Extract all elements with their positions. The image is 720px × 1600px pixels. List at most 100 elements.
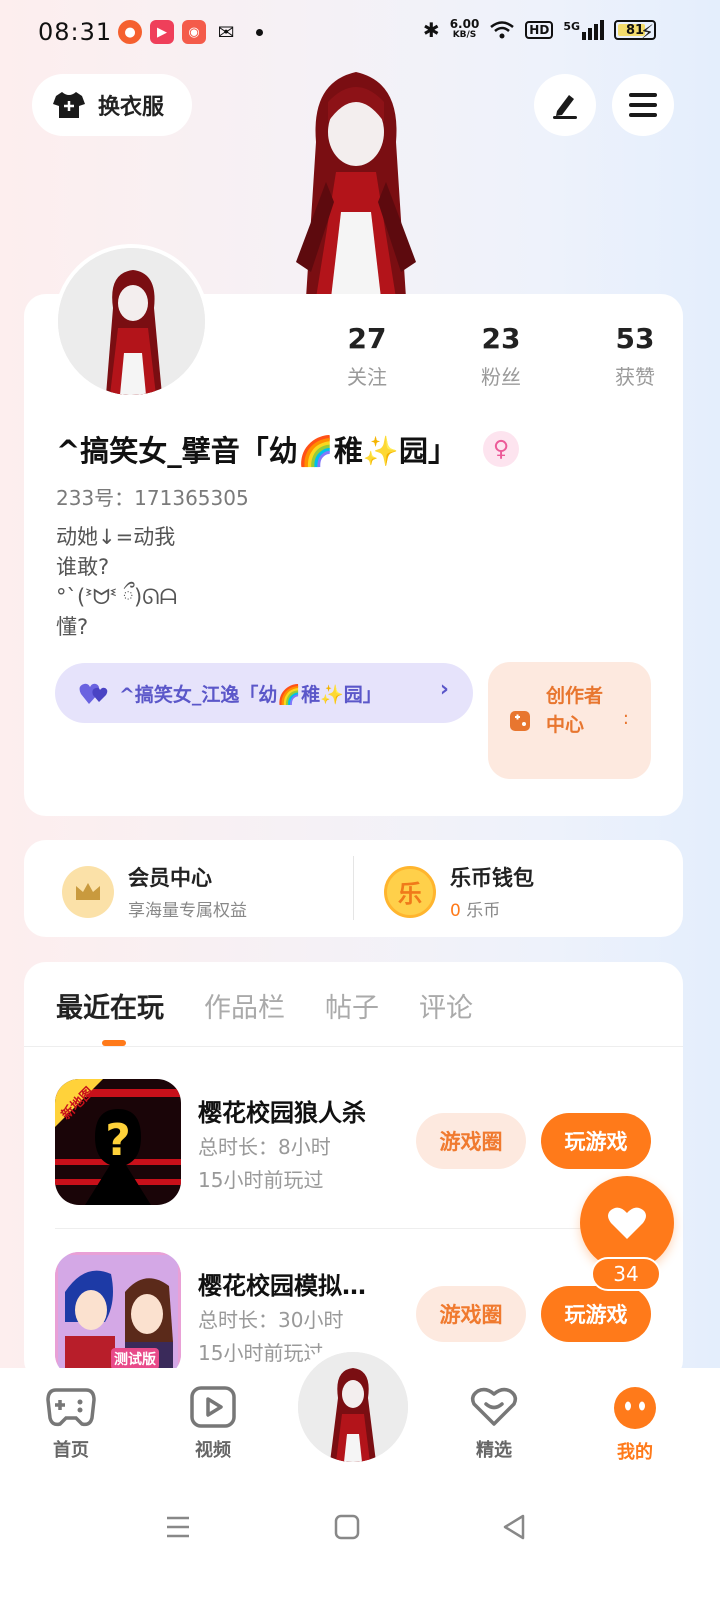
likes-stat[interactable]: 53 获赞 xyxy=(568,322,702,390)
nav-video[interactable]: 视频 xyxy=(173,1386,253,1462)
charging-icon: ⚡ xyxy=(639,20,654,44)
total-playtime: 总时长：8小时 xyxy=(198,1135,331,1159)
wechat-icon: ✉ xyxy=(217,20,235,44)
following-stat[interactable]: 27 关注 xyxy=(300,322,434,390)
vip-center-entry[interactable]: 会员中心 享海量专属权益 xyxy=(62,862,247,921)
double-heart-icon xyxy=(79,683,108,704)
tab-posts[interactable]: 帖子 xyxy=(325,986,379,1025)
video-app-icon: ▶ xyxy=(150,20,174,44)
bio-line: 动她↓=动我 xyxy=(56,525,176,549)
member-wallet-card: 会员中心 享海量专属权益 乐 乐币钱包 0 乐币 xyxy=(24,840,683,937)
creator-center-label: 创作者中心 xyxy=(546,685,604,736)
tabs-divider xyxy=(24,1046,683,1047)
signal-icon: 5G xyxy=(563,20,604,40)
nav-home[interactable]: 首页 xyxy=(31,1386,111,1462)
video-play-icon xyxy=(190,1386,236,1428)
status-bar: 08:31 ● ▶ ◉ ✉ ✱ 6.00 KB/S HD 5G 81 ⚡ xyxy=(0,0,720,64)
heart-diamond-icon xyxy=(470,1387,518,1426)
user-bio: 动她↓=动我 谁敢? °ˋ(ᕑᗢᓫ ྀ)ᘏᗩ 懂? xyxy=(56,522,177,642)
female-gender-icon: ♀ xyxy=(483,431,520,467)
change-outfit-label: 换衣服 xyxy=(98,95,165,120)
tab-recently-played[interactable]: 最近在玩 xyxy=(56,986,164,1025)
divider xyxy=(353,856,354,920)
game-icon[interactable]: 测试版 xyxy=(55,1252,181,1378)
coin-icon: 乐 xyxy=(384,865,436,918)
profile-avatar[interactable] xyxy=(54,244,209,399)
followers-count: 23 xyxy=(481,322,521,355)
user-id[interactable]: 233号：171365305 xyxy=(56,482,249,511)
svg-text:?: ? xyxy=(105,1115,131,1166)
play-game-button[interactable]: 玩游戏 xyxy=(541,1113,651,1169)
profile-stats: 27 关注 23 粉丝 53 获赞 xyxy=(300,322,702,390)
test-version-badge: 测试版 xyxy=(111,1348,159,1370)
system-navigation-bar xyxy=(0,1480,720,1600)
nav-me-label: 我的 xyxy=(617,1442,653,1463)
avatar-figure xyxy=(298,1352,408,1462)
nickname-row: ^搞笑女_擘音「幼🌈稚✨园」 ♀ xyxy=(56,428,520,470)
menu-button[interactable] xyxy=(612,74,674,136)
game-title: 樱花校园模拟… xyxy=(198,1272,366,1300)
like-button[interactable] xyxy=(580,1176,674,1270)
chevron-right-icon: › xyxy=(439,677,449,702)
back-icon[interactable] xyxy=(500,1513,528,1541)
character-avatar-figure[interactable] xyxy=(256,62,456,298)
wallet-amount: 0 xyxy=(450,901,461,921)
row-divider xyxy=(55,1228,655,1229)
like-count-badge: 34 xyxy=(591,1257,661,1291)
recent-games-card: 最近在玩 作品栏 帖子 评论 ? 新地图 樱花校园狼人杀 总时长：8小时 15小… xyxy=(24,962,683,1382)
total-playtime: 总时长：30小时 xyxy=(198,1308,344,1332)
nav-me[interactable]: 我的 xyxy=(595,1386,675,1464)
edit-profile-button[interactable] xyxy=(534,74,596,136)
game-circle-button[interactable]: 游戏圈 xyxy=(416,1113,526,1169)
couple-name: ^搞笑女_江逸「幼🌈稚✨园」 xyxy=(119,683,382,706)
following-count: 27 xyxy=(347,322,387,355)
game-icon[interactable]: ? 新地图 xyxy=(55,1079,181,1205)
app-notification-icon: ◉ xyxy=(182,20,206,44)
heart-icon xyxy=(608,1207,646,1239)
wallet-unit: 乐币 xyxy=(466,901,501,921)
likes-count: 53 xyxy=(615,322,655,355)
hd-badge: HD xyxy=(525,21,554,39)
game-circle-button[interactable]: 游戏圈 xyxy=(416,1286,526,1342)
home-icon[interactable] xyxy=(333,1513,361,1541)
change-outfit-button[interactable]: 换衣服 xyxy=(32,74,192,136)
vip-title: 会员中心 xyxy=(128,866,212,890)
avatar-figure xyxy=(58,248,205,395)
smiley-face-icon xyxy=(614,1387,656,1429)
game-list-item[interactable]: ? 新地图 樱花校园狼人杀 总时长：8小时 15小时前玩过 游戏圈 玩游戏 xyxy=(55,1079,655,1207)
creator-icon xyxy=(510,711,530,731)
hamburger-menu-icon xyxy=(629,93,657,117)
recent-apps-icon[interactable] xyxy=(164,1513,192,1541)
play-game-button[interactable]: 玩游戏 xyxy=(541,1286,651,1342)
user-nickname: ^搞笑女_擘音「幼🌈稚✨园」 xyxy=(56,434,458,468)
net-speed-value: 6.00 xyxy=(449,17,480,31)
wallet-entry[interactable]: 乐 乐币钱包 0 乐币 xyxy=(384,862,534,921)
signal-type: 5G xyxy=(563,20,580,33)
creator-center-button[interactable]: 创作者中心 : xyxy=(488,662,651,779)
creator-more-indicator: : xyxy=(622,708,629,729)
app-notification-icon: ● xyxy=(118,20,142,44)
more-notifications-dot xyxy=(256,28,263,36)
gamepad-icon xyxy=(46,1388,96,1427)
tab-comments[interactable]: 评论 xyxy=(419,986,473,1025)
tab-works[interactable]: 作品栏 xyxy=(204,986,285,1025)
couple-link-button[interactable]: ^搞笑女_江逸「幼🌈稚✨园」 › xyxy=(55,663,473,723)
followers-stat[interactable]: 23 粉丝 xyxy=(434,322,568,390)
nav-featured[interactable]: 精选 xyxy=(454,1386,534,1462)
shirt-icon xyxy=(53,92,85,118)
bio-line: 谁敢? xyxy=(56,555,110,579)
nav-featured-label: 精选 xyxy=(476,1440,512,1461)
status-indicators: ✱ 6.00 KB/S HD 5G 81 xyxy=(423,18,656,42)
bio-line: 懂? xyxy=(56,615,89,639)
notification-icons: ● ▶ ◉ ✉ xyxy=(118,20,263,44)
followers-label: 粉丝 xyxy=(481,365,521,389)
nav-home-label: 首页 xyxy=(53,1440,89,1461)
likes-label: 获赞 xyxy=(615,365,655,389)
nav-avatar-button[interactable] xyxy=(298,1352,408,1462)
wallet-balance: 0 乐币 xyxy=(450,896,534,921)
last-played: 15小时前玩过 xyxy=(198,1168,324,1192)
vip-subtitle: 享海量专属权益 xyxy=(128,901,247,921)
game-meta: 总时长：8小时 15小时前玩过 xyxy=(198,1131,331,1197)
bluetooth-icon: ✱ xyxy=(422,18,440,42)
game-title: 樱花校园狼人杀 xyxy=(198,1099,366,1127)
